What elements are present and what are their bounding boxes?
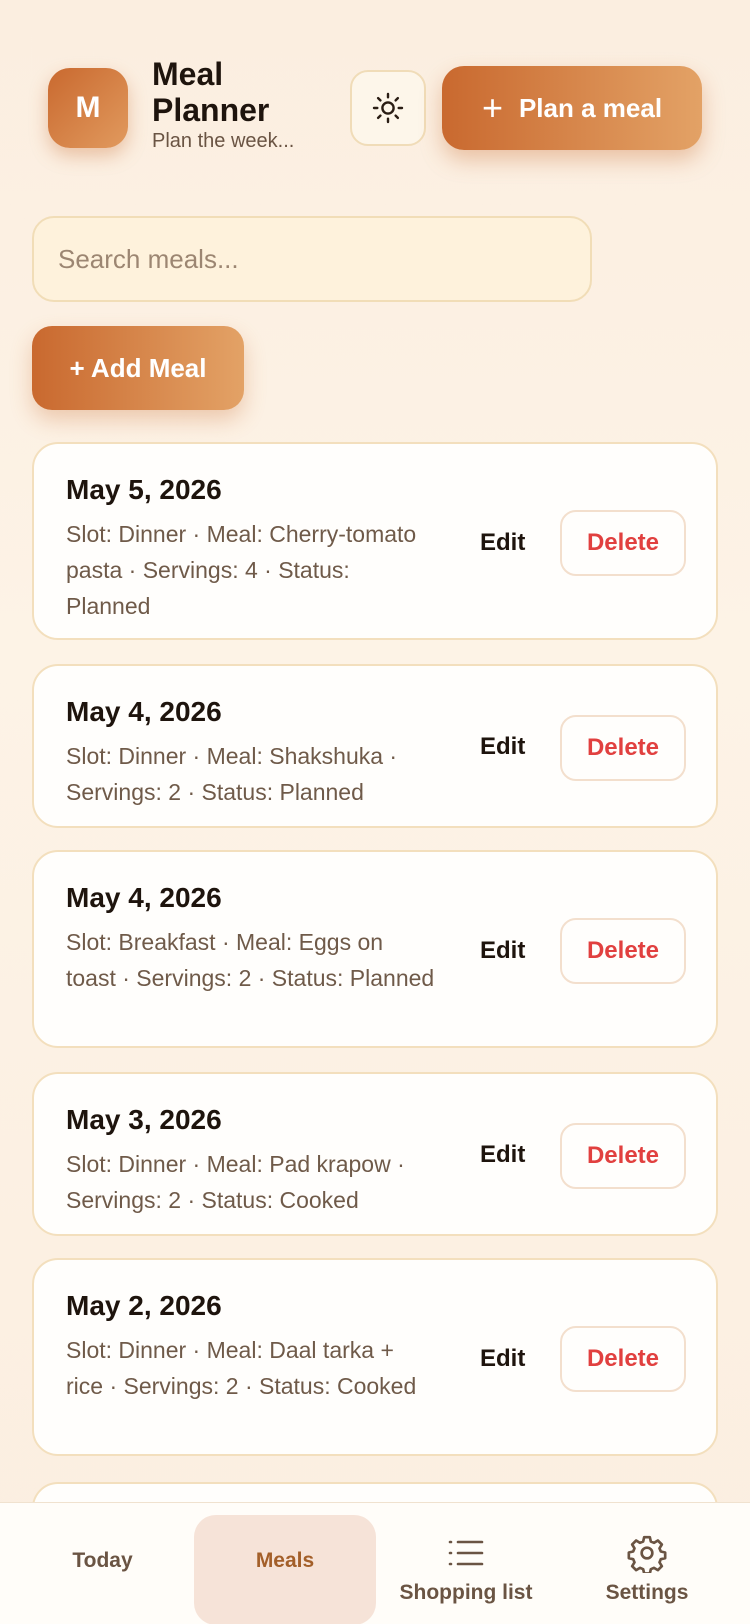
- edit-button[interactable]: Edit: [480, 937, 525, 965]
- meal-date: May 5, 2026: [66, 474, 222, 505]
- app-title: Meal Planner: [152, 56, 270, 128]
- app-subtitle: Plan the week...: [152, 130, 295, 152]
- delete-button[interactable]: Delete: [560, 1326, 686, 1392]
- sun-icon: [372, 92, 404, 124]
- search-input[interactable]: [32, 216, 592, 302]
- gear-icon: [627, 1533, 667, 1573]
- meal-date: May 2, 2026: [66, 1290, 222, 1321]
- delete-button[interactable]: Delete: [560, 1123, 686, 1189]
- meal-details: Slot: Dinner · Meal: Shakshuka · Serving…: [66, 743, 398, 805]
- delete-button[interactable]: Delete: [560, 918, 686, 984]
- tab-today[interactable]: Today: [30, 1503, 175, 1624]
- meal-date: May 3, 2026: [66, 1104, 222, 1135]
- add-meal-button[interactable]: + Add Meal: [32, 326, 244, 410]
- plus-icon: +: [481, 87, 503, 128]
- edit-button[interactable]: Edit: [480, 1141, 525, 1169]
- bottom-nav: Today Meals Shopping list Settings: [0, 1502, 750, 1624]
- theme-toggle-button[interactable]: [350, 70, 426, 146]
- delete-button[interactable]: Delete: [560, 510, 686, 576]
- meal-card: May 4, 2026 Slot: Dinner · Meal: Shakshu…: [32, 664, 718, 828]
- app-header: M Meal Planner Plan the week... + Plan a…: [0, 0, 750, 190]
- tab-shopping-list[interactable]: Shopping list: [392, 1503, 540, 1624]
- list-icon: [447, 1533, 485, 1573]
- meal-details: Slot: Dinner · Meal: Cherry-tomato pasta…: [66, 521, 417, 619]
- tab-today-label: Today: [72, 1549, 133, 1572]
- meal-details: Slot: Dinner · Meal: Daal tarka + rice ·…: [66, 1337, 417, 1399]
- meal-card: May 2, 2026 Slot: Dinner · Meal: Daal ta…: [32, 1258, 718, 1456]
- meal-details: Slot: Breakfast · Meal: Eggs on toast · …: [66, 929, 435, 991]
- meal-details: Slot: Dinner · Meal: Pad krapow · Servin…: [66, 1151, 405, 1213]
- tab-meals-label: Meals: [255, 1549, 315, 1572]
- tab-settings-label: Settings: [605, 1581, 689, 1604]
- plan-meal-label: Plan a meal: [518, 92, 663, 123]
- meal-card: May 5, 2026 Slot: Dinner · Meal: Cherry-…: [32, 442, 718, 640]
- tab-shopping-list-label: Shopping list: [399, 1581, 533, 1604]
- app-logo: M: [48, 68, 128, 148]
- edit-button[interactable]: Edit: [480, 1345, 525, 1373]
- edit-button[interactable]: Edit: [480, 733, 525, 761]
- meal-card: May 4, 2026 Slot: Breakfast · Meal: Eggs…: [32, 850, 718, 1048]
- meal-date: May 4, 2026: [66, 882, 222, 913]
- tab-settings[interactable]: Settings: [582, 1503, 712, 1624]
- edit-button[interactable]: Edit: [480, 529, 525, 557]
- tab-meals[interactable]: Meals: [194, 1515, 376, 1624]
- meal-card: May 3, 2026 Slot: Dinner · Meal: Pad kra…: [32, 1072, 718, 1236]
- meal-date: May 4, 2026: [66, 696, 222, 727]
- plan-meal-button[interactable]: + Plan a meal: [442, 66, 702, 150]
- delete-button[interactable]: Delete: [560, 715, 686, 781]
